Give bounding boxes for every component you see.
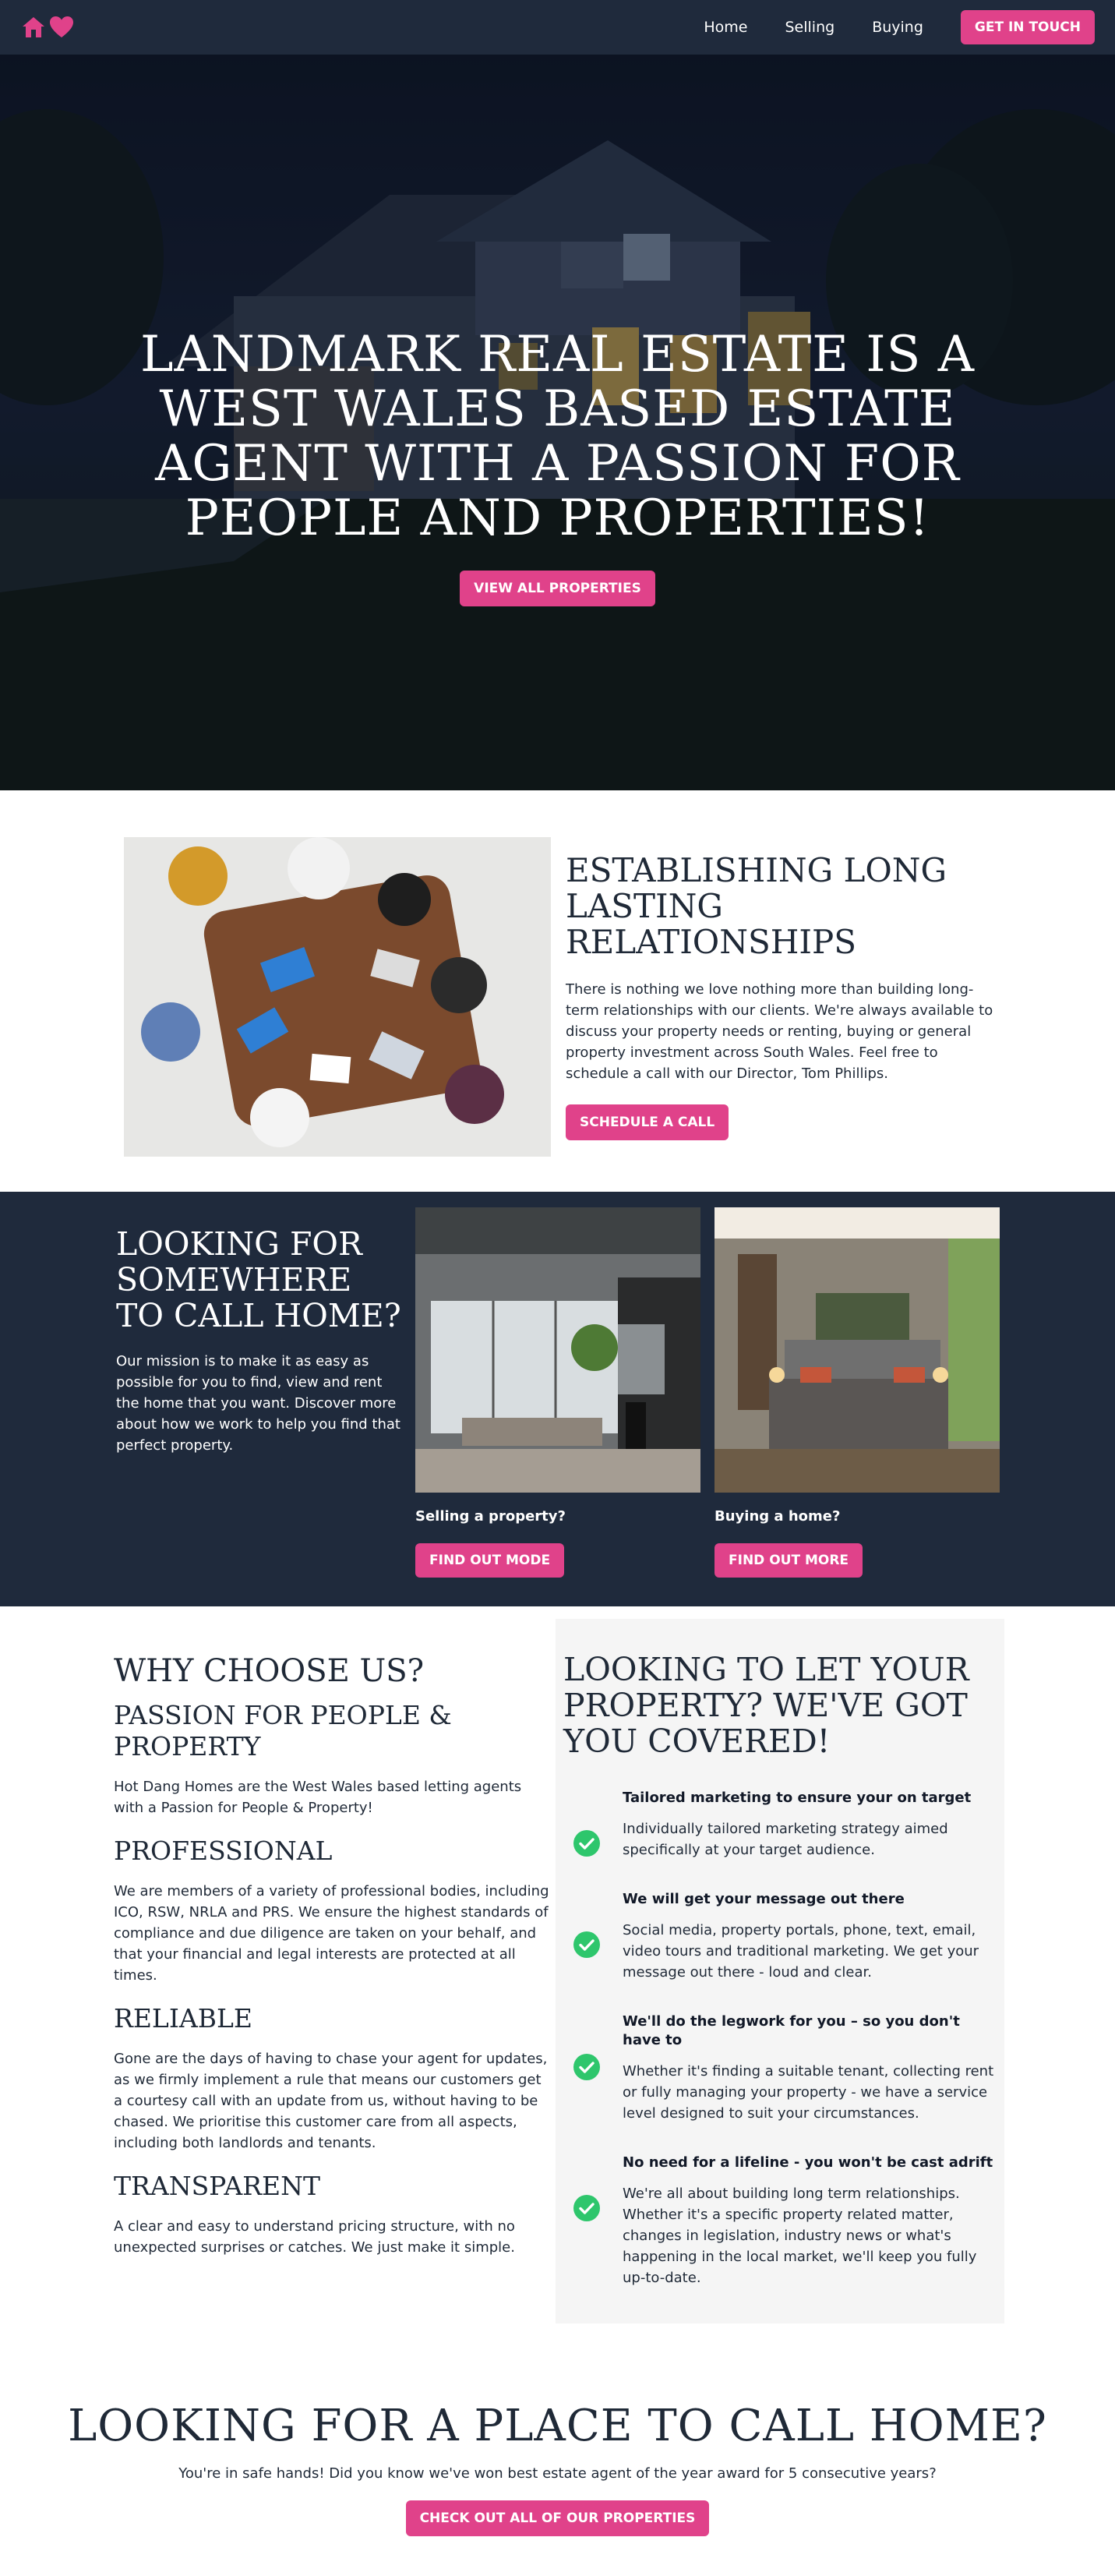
why-intro: Hot Dang Homes are the West Wales based … xyxy=(114,1779,522,1816)
letting-feature-title: We will get your message out there xyxy=(623,1891,905,1907)
check-circle-icon xyxy=(573,2054,600,2080)
relationships-body: There is nothing we love nothing more th… xyxy=(566,981,993,1082)
letting-feature-text: We're all about building long term relat… xyxy=(623,2186,977,2286)
view-all-properties-button[interactable]: VIEW ALL PROPERTIES xyxy=(460,571,655,606)
why-item-text: Gone are the days of having to chase you… xyxy=(114,2051,548,2151)
nav-link-buying[interactable]: Buying xyxy=(872,19,923,36)
final-cta-body: You're in safe hands! Did you know we've… xyxy=(178,2465,937,2482)
final-cta-section: LOOKING FOR A PLACE TO CALL HOME? You're… xyxy=(0,2394,1115,2576)
why-choose-us: WHY CHOOSE US? PASSION FOR PEOPLE & PROP… xyxy=(114,1653,550,2258)
check-circle-icon xyxy=(573,1830,600,1857)
hero-section: LANDMARK REAL ESTATE IS A WEST WALES BAS… xyxy=(0,0,1115,790)
selling-card-label: Selling a property? xyxy=(415,1508,566,1525)
find-out-more-button[interactable]: FIND OUT MORE xyxy=(715,1543,863,1578)
why-item-title: TRANSPARENT xyxy=(114,2171,320,2201)
relationships-heading: ESTABLISHING LONG LASTING RELATIONSHIPS xyxy=(566,851,947,961)
home-heading: LOOKING FOR SOMEWHERE TO CALL HOME? xyxy=(116,1225,401,1334)
find-out-mode-button[interactable]: FIND OUT MODE xyxy=(415,1543,565,1578)
nav-link-selling[interactable]: Selling xyxy=(785,19,834,36)
site-logo[interactable] xyxy=(20,15,75,40)
navbar: Home Selling Buying GET IN TOUCH xyxy=(0,0,1115,55)
why-section: WHY CHOOSE US? PASSION FOR PEOPLE & PROP… xyxy=(0,1606,1115,2394)
letting-feature-text: Individually tailored marketing strategy… xyxy=(623,1821,948,1858)
letting-feature: We will get your message out there Socia… xyxy=(563,1890,997,1983)
relationships-text: ESTABLISHING LONG LASTING RELATIONSHIPS … xyxy=(566,853,994,1140)
team-meeting-photo xyxy=(124,837,551,1157)
letting-feature-title: No need for a lifeline - you won't be ca… xyxy=(623,2154,993,2171)
final-cta-heading: LOOKING FOR A PLACE TO CALL HOME? xyxy=(68,2401,1047,2451)
main-nav: Home Selling Buying GET IN TOUCH xyxy=(666,10,1095,44)
letting-feature: No need for a lifeline - you won't be ca… xyxy=(563,2154,997,2288)
check-circle-icon xyxy=(573,2195,600,2221)
relationships-section: ESTABLISHING LONG LASTING RELATIONSHIPS … xyxy=(0,790,1115,1192)
schedule-call-button[interactable]: SCHEDULE A CALL xyxy=(566,1104,729,1140)
buying-card-label: Buying a home? xyxy=(715,1508,841,1525)
hero-content: LANDMARK REAL ESTATE IS A WEST WALES BAS… xyxy=(0,327,1115,606)
letting-feature-title: Tailored marketing to ensure your on tar… xyxy=(623,1790,972,1806)
living-room-photo xyxy=(415,1207,700,1493)
hero-title: LANDMARK REAL ESTATE IS A WEST WALES BAS… xyxy=(140,326,975,547)
why-subtitle: PASSION FOR PEOPLE & PROPERTY xyxy=(114,1700,452,1762)
why-title: WHY CHOOSE US? xyxy=(114,1653,425,1689)
letting-feature-text: Whether it's finding a suitable tenant, … xyxy=(623,2063,994,2122)
letting-feature: Tailored marketing to ensure your on tar… xyxy=(563,1789,997,1860)
letting-feature-text: Social media, property portals, phone, t… xyxy=(623,1922,979,1981)
bedroom-photo xyxy=(715,1207,1000,1493)
home-section: LOOKING FOR SOMEWHERE TO CALL HOME? Our … xyxy=(0,1192,1115,1606)
heart-icon xyxy=(50,16,73,37)
letting-feature: We'll do the legwork for you – so you do… xyxy=(563,2012,997,2124)
home-text: LOOKING FOR SOMEWHERE TO CALL HOME? Our … xyxy=(116,1226,404,1456)
selling-card: Selling a property? FIND OUT MODE xyxy=(415,1207,700,1578)
home-body: Our mission is to make it as easy as pos… xyxy=(116,1353,400,1454)
letting-feature-title: We'll do the legwork for you – so you do… xyxy=(623,2013,960,2048)
why-item-title: PROFESSIONAL xyxy=(114,1836,333,1866)
nav-link-home[interactable]: Home xyxy=(704,19,747,36)
letting-heading: LOOKING TO LET YOUR PROPERTY? WE'VE GOT … xyxy=(563,1651,969,1760)
why-item-title: RELIABLE xyxy=(114,2003,252,2034)
get-in-touch-button[interactable]: GET IN TOUCH xyxy=(960,10,1095,44)
why-item-text: A clear and easy to understand pricing s… xyxy=(114,2218,515,2256)
check-out-properties-button[interactable]: CHECK OUT ALL OF OUR PROPERTIES xyxy=(405,2500,710,2536)
house-icon xyxy=(23,17,44,37)
buying-card: Buying a home? FIND OUT MORE xyxy=(715,1207,1000,1578)
letting-panel: LOOKING TO LET YOUR PROPERTY? WE'VE GOT … xyxy=(556,1619,1004,2323)
check-circle-icon xyxy=(573,1931,600,1958)
why-item-text: We are members of a variety of professio… xyxy=(114,1883,549,1984)
